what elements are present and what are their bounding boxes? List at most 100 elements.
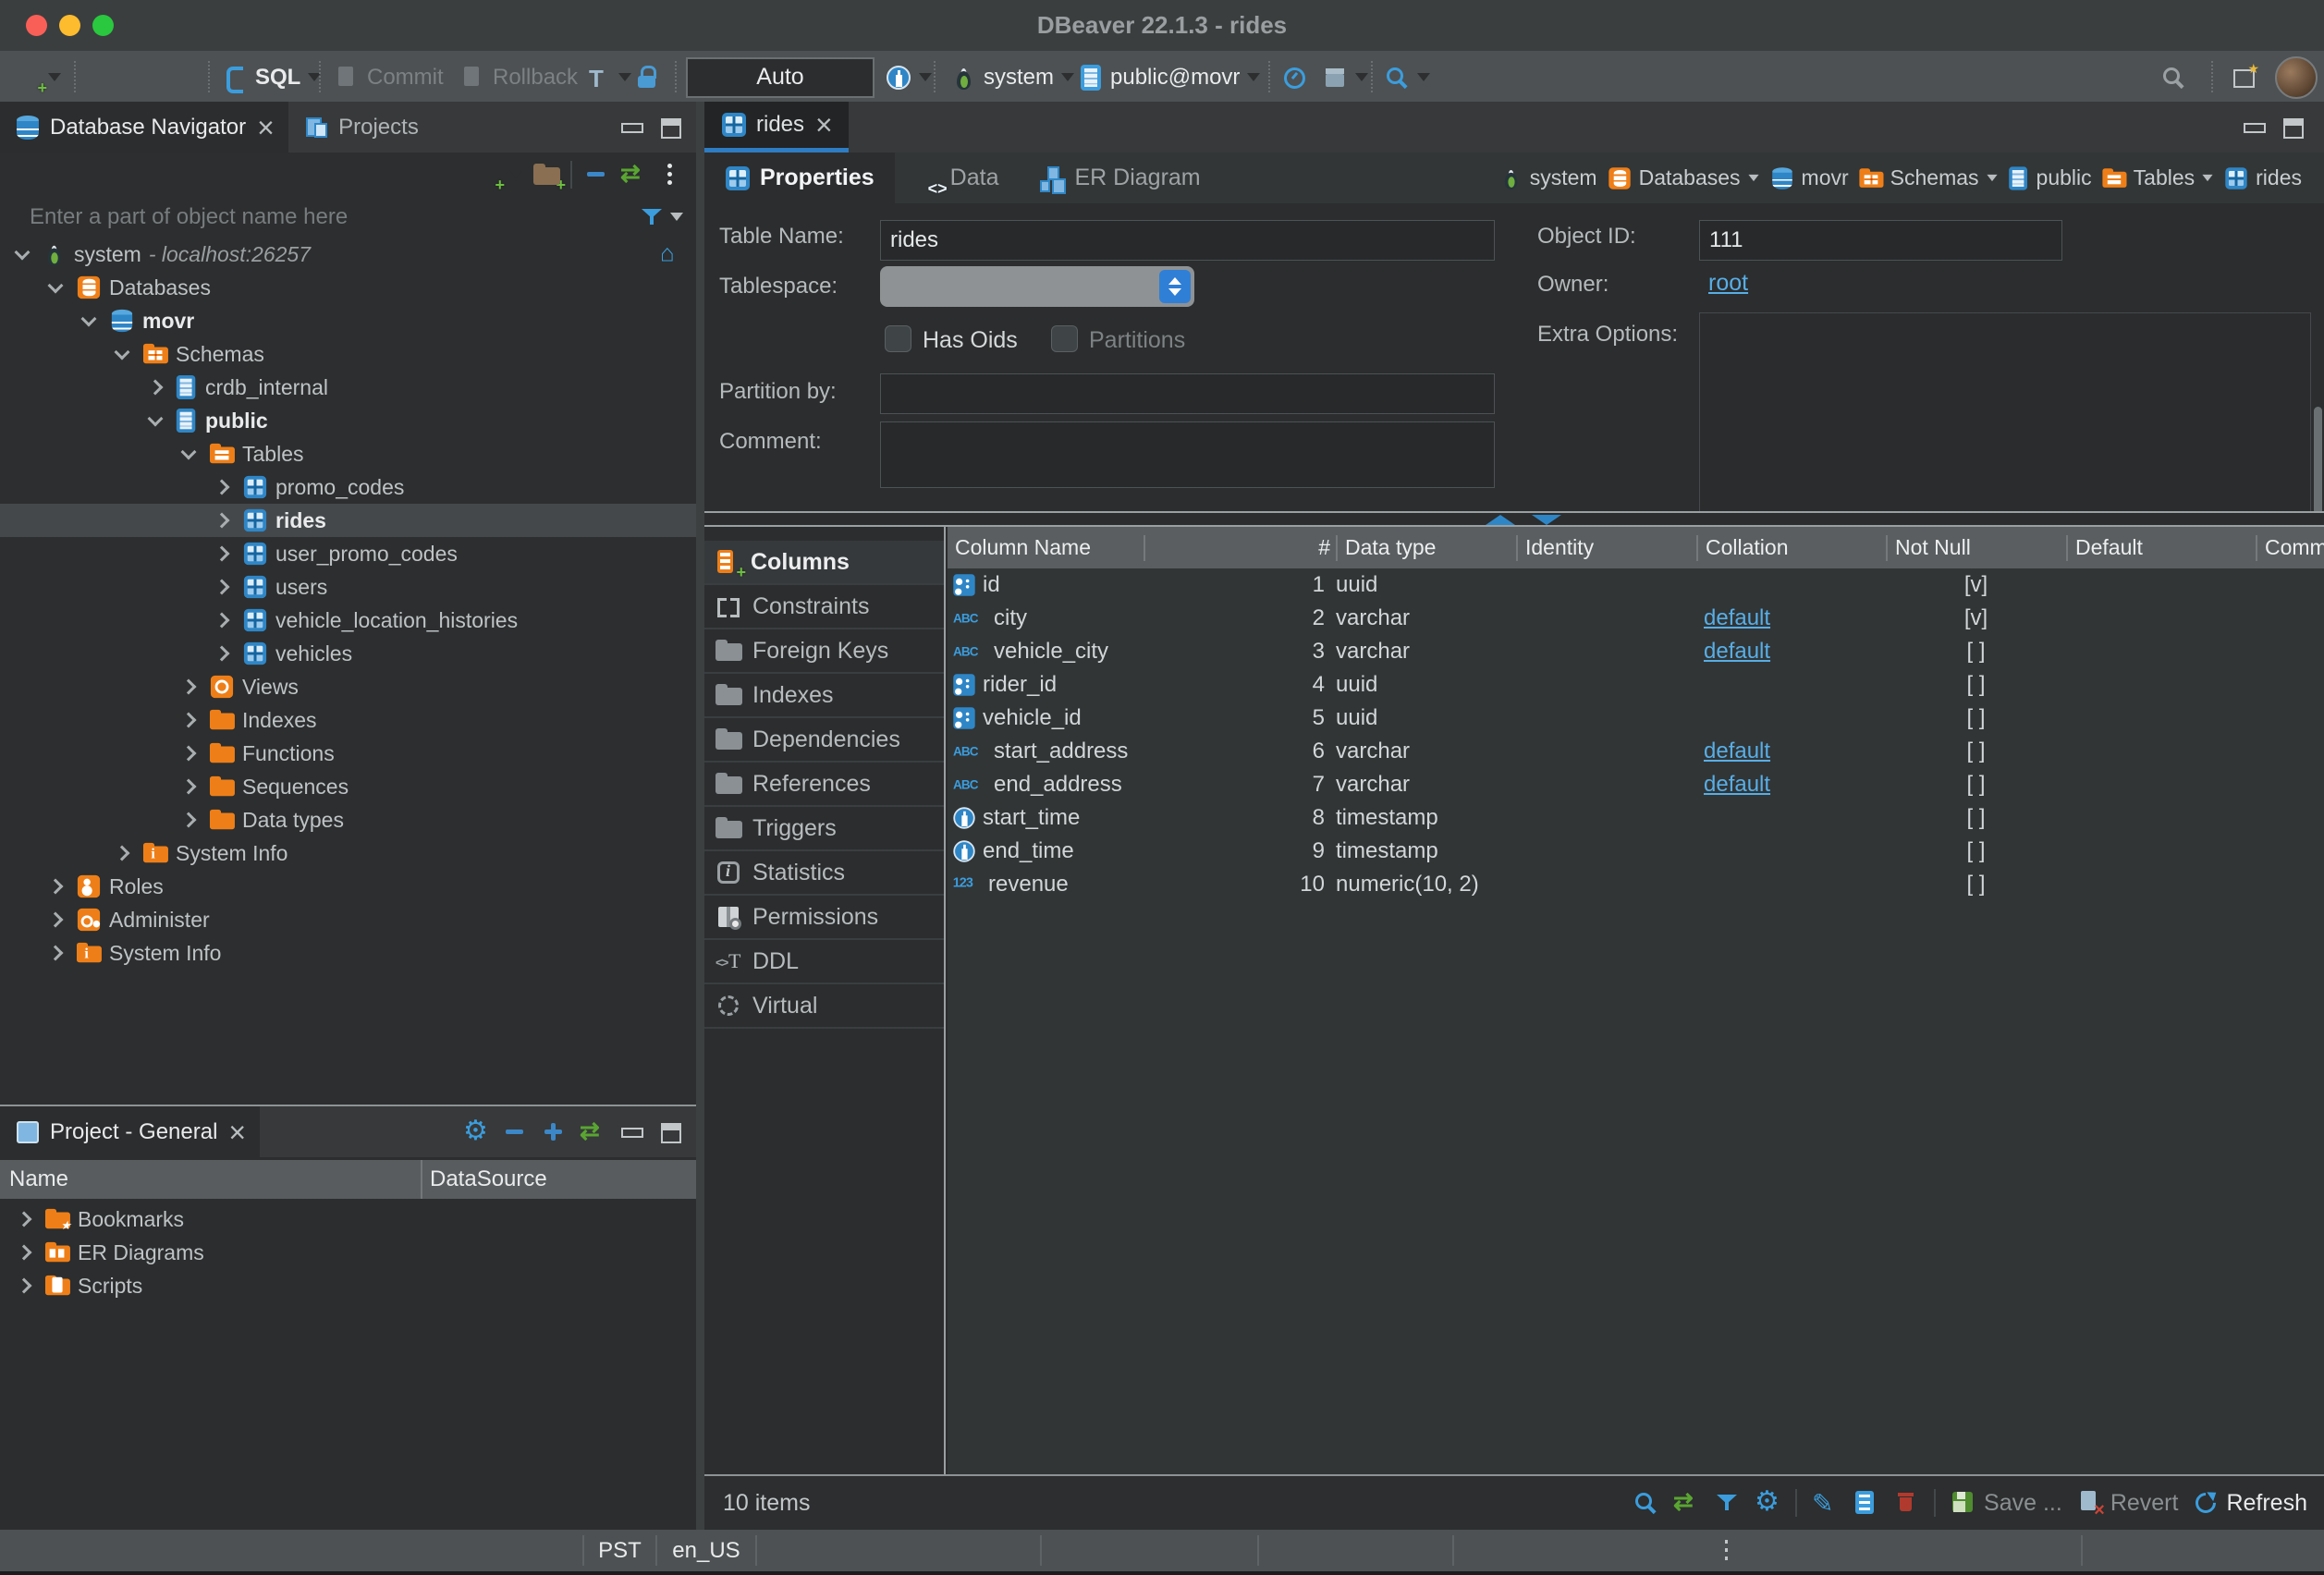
cell-not-null[interactable]: [ ] (1886, 805, 2066, 831)
chevron-right-icon[interactable] (48, 912, 64, 928)
column-row[interactable]: end_time9timestamp[ ] (948, 835, 2324, 868)
tree-row[interactable]: Roles (0, 870, 696, 903)
tree-row[interactable]: system - localhost:26257 (0, 238, 696, 271)
timezone-indicator[interactable]: PST (584, 1530, 655, 1571)
chevron-right-icon[interactable] (181, 779, 197, 795)
user-avatar[interactable] (2275, 51, 2318, 104)
locale-indicator[interactable]: en_US (657, 1530, 755, 1571)
object-id-input[interactable] (1699, 220, 2062, 261)
grid-diagram-icon[interactable] (1673, 1490, 1699, 1516)
maximize-editor-icon[interactable] (2280, 115, 2306, 140)
breadcrumb-item[interactable]: public (2008, 165, 2092, 191)
collapse-down-icon[interactable] (1532, 515, 1561, 525)
grid-settings-icon[interactable] (1755, 1490, 1780, 1516)
grid-header-collation[interactable]: Collation (1696, 535, 1886, 561)
grid-header-#[interactable]: # (1144, 535, 1336, 561)
chevron-right-icon[interactable] (181, 812, 197, 828)
quick-search-button[interactable] (2160, 51, 2186, 104)
chevron-right-icon[interactable] (17, 1212, 32, 1227)
tree-row[interactable]: Databases (0, 271, 696, 304)
expander[interactable] (76, 317, 102, 324)
column-header-datasource[interactable]: DataSource (421, 1160, 696, 1199)
collation-link[interactable]: default (1704, 739, 1770, 763)
chevron-down-icon[interactable] (48, 278, 64, 294)
new-connection-button[interactable]: + (15, 51, 61, 104)
link-with-editor-icon[interactable] (620, 162, 646, 188)
chevron-right-icon[interactable] (214, 580, 230, 595)
section-tab-foreign-keys[interactable]: Foreign Keys (704, 629, 944, 674)
grid-header-identity[interactable]: Identity (1516, 535, 1696, 561)
tree-row[interactable]: Schemas (0, 337, 696, 371)
column-row[interactable]: city2varchardefault[v] (948, 602, 2324, 635)
chevron-right-icon[interactable] (181, 746, 197, 762)
close-icon[interactable] (813, 112, 832, 138)
transaction-mode-button[interactable] (585, 51, 631, 104)
tree-row[interactable]: Tables (0, 437, 696, 470)
chevron-right-icon[interactable] (17, 1245, 32, 1261)
grid-header-column-name[interactable]: Column Name (948, 535, 1144, 561)
expander[interactable] (176, 781, 202, 792)
expander[interactable] (43, 881, 68, 892)
breadcrumb-item[interactable]: rides (2223, 165, 2302, 191)
chevron-right-icon[interactable] (17, 1278, 32, 1294)
section-tab-constraints[interactable]: Constraints (704, 585, 944, 629)
tree-row[interactable]: user_promo_codes (0, 537, 696, 570)
chevron-down-icon[interactable] (670, 213, 683, 221)
column-row[interactable]: start_address6varchardefault[ ] (948, 735, 2324, 768)
column-row[interactable]: start_time8timestamp[ ] (948, 801, 2324, 835)
expander[interactable] (209, 615, 235, 626)
add-column-icon[interactable] (1853, 1490, 1878, 1516)
column-row[interactable]: vehicle_id5uuid[ ] (948, 702, 2324, 735)
filter-icon[interactable] (639, 204, 665, 230)
chevron-right-icon[interactable] (214, 480, 230, 495)
tablespace-select[interactable] (880, 266, 1194, 307)
chevron-right-icon[interactable] (48, 946, 64, 961)
collapse-all-icon[interactable] (502, 1119, 528, 1145)
close-icon[interactable] (255, 115, 274, 140)
chevron-right-icon[interactable] (148, 380, 164, 396)
minimize-panel-icon[interactable] (618, 115, 644, 140)
project-row[interactable]: ER Diagrams (0, 1236, 696, 1269)
expander[interactable] (209, 581, 235, 592)
tree-row[interactable]: Sequences (0, 770, 696, 803)
grid-search-icon[interactable] (1633, 1490, 1658, 1516)
chevron-down-icon[interactable] (148, 411, 164, 427)
tree-row[interactable]: crdb_internal (0, 371, 696, 404)
breadcrumb-item[interactable]: Schemas (1858, 165, 1999, 191)
cell-not-null[interactable]: [ ] (1886, 672, 2066, 698)
save-button[interactable]: Save ... (1951, 1490, 2062, 1517)
perspective-button[interactable] (2232, 51, 2257, 104)
section-tab-columns[interactable]: +Columns (704, 541, 944, 585)
link-with-editor-icon[interactable] (580, 1119, 605, 1145)
cell-not-null[interactable]: [ ] (1886, 705, 2066, 731)
edit-icon[interactable] (1812, 1490, 1838, 1516)
chevron-right-icon[interactable] (115, 846, 130, 861)
section-tab-indexes[interactable]: Indexes (704, 674, 944, 718)
partition-by-input[interactable] (880, 373, 1495, 414)
expander[interactable] (43, 914, 68, 925)
collapse-up-icon[interactable] (1486, 515, 1515, 525)
expander[interactable] (142, 382, 168, 393)
expander[interactable] (11, 1280, 37, 1291)
tree-row[interactable]: Data types (0, 803, 696, 836)
revert-button[interactable]: Revert (2077, 1490, 2179, 1517)
tree-row[interactable]: vehicles (0, 637, 696, 670)
section-tab-permissions[interactable]: Permissions (704, 896, 944, 940)
tree-row[interactable]: Indexes (0, 703, 696, 737)
active-connection-select[interactable]: system (952, 51, 1074, 104)
cell-not-null[interactable]: [ ] (1886, 639, 2066, 665)
maximize-panel-icon[interactable] (657, 115, 683, 140)
tree-row[interactable]: users (0, 570, 696, 604)
chevron-down-icon[interactable] (1748, 175, 1758, 181)
expander[interactable] (109, 350, 135, 358)
cell-not-null[interactable]: [ ] (1886, 838, 2066, 864)
dashboard-button[interactable] (1281, 51, 1307, 104)
new-folder-icon[interactable]: + (533, 162, 559, 188)
compare-button[interactable] (1322, 51, 1368, 104)
expander[interactable] (43, 284, 68, 291)
section-tab-references[interactable]: References (704, 763, 944, 807)
reconnect-button[interactable] (137, 51, 163, 104)
expander[interactable] (176, 748, 202, 759)
sql-editor-button[interactable]: SQL (222, 51, 321, 104)
chevron-right-icon[interactable] (48, 879, 64, 895)
